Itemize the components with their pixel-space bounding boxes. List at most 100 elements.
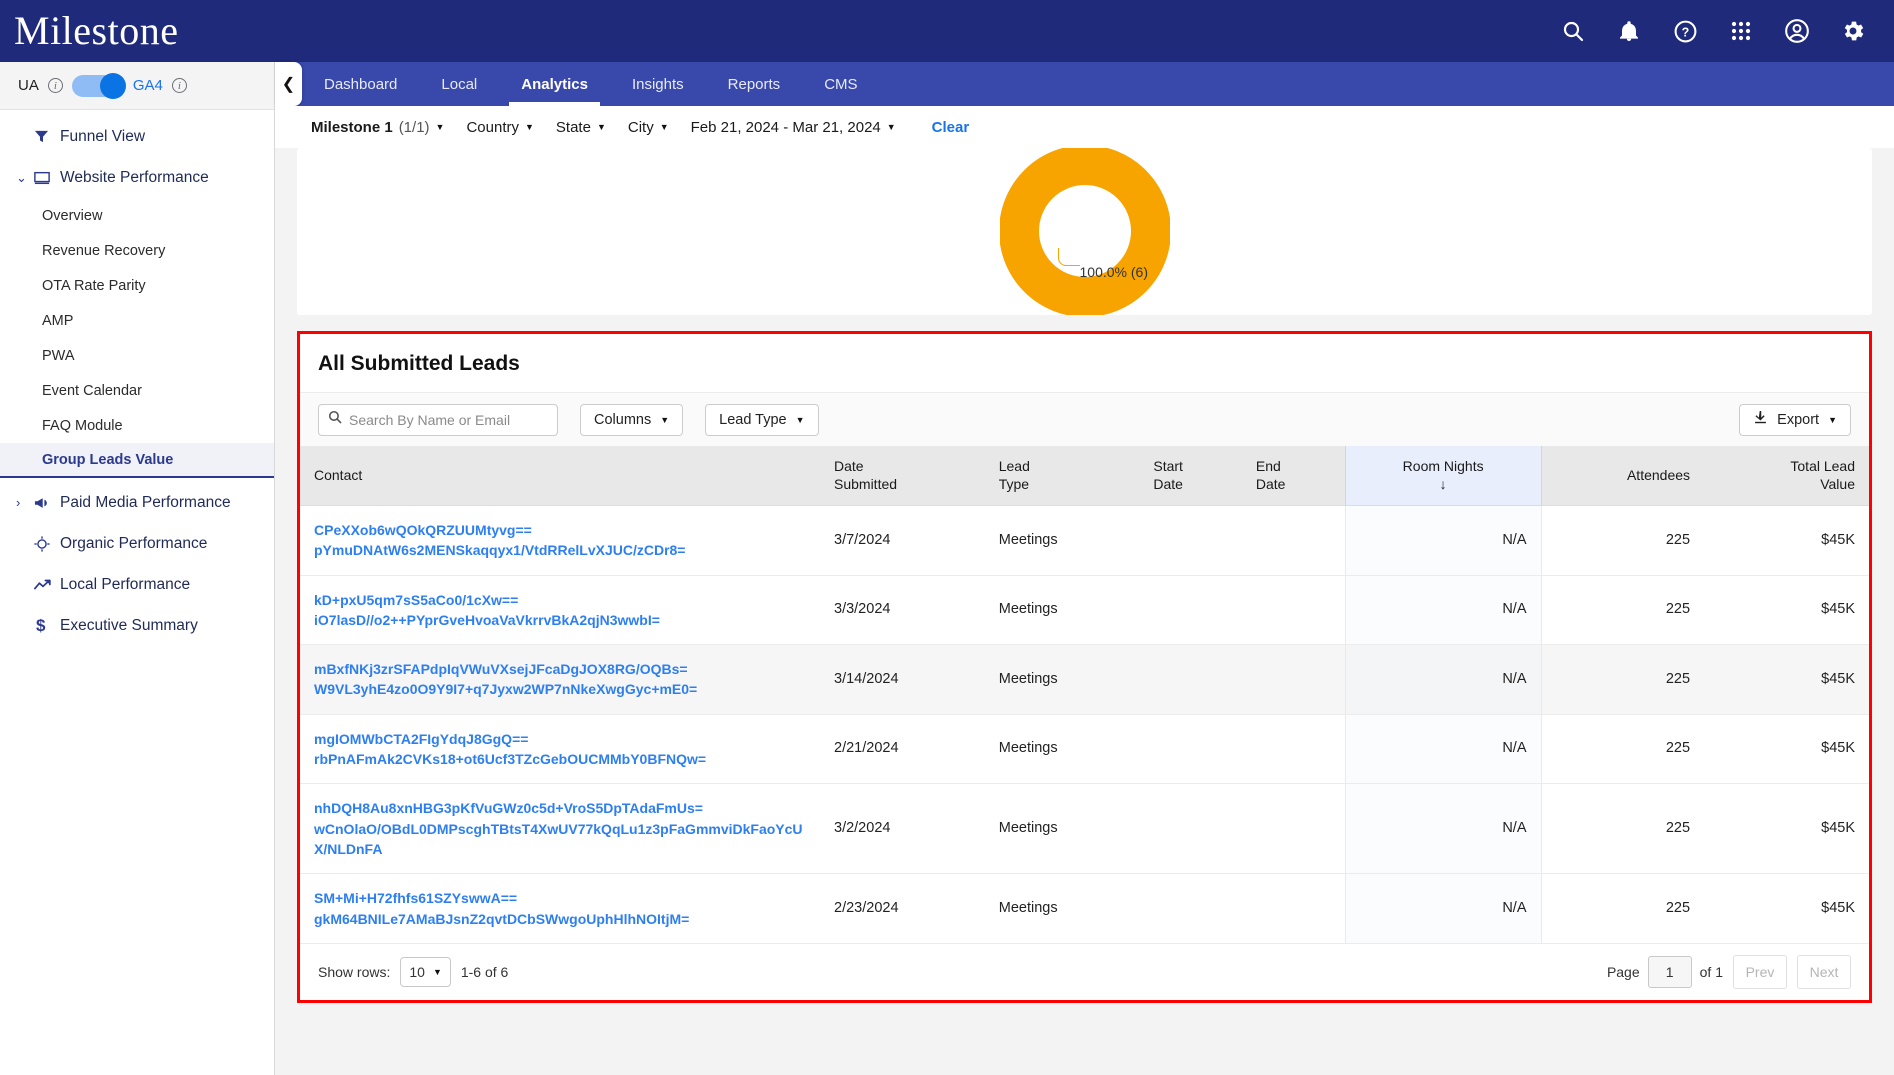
column-header-start-date[interactable]: Start Date — [1139, 446, 1242, 506]
cell-attendees: 225 — [1541, 714, 1705, 785]
contact-link-line2[interactable]: rbPnAFmAk2CVKs18+ot6Ucf3TZcGebOUCMMbY0BF… — [314, 749, 806, 769]
search-icon[interactable] — [1558, 16, 1588, 46]
ga4-info-icon[interactable]: i — [171, 78, 187, 93]
column-header-total-lead-value[interactable]: Total Lead Value — [1704, 446, 1869, 506]
cell-attendees: 225 — [1541, 575, 1705, 646]
sidebar-item-ota-rate-parity[interactable]: OTA Rate Parity — [0, 268, 274, 303]
cell-end-date — [1241, 873, 1346, 944]
column-header-end-date[interactable]: End Date — [1241, 446, 1346, 506]
tab-reports[interactable]: Reports — [706, 62, 803, 106]
tab-local[interactable]: Local — [419, 62, 499, 106]
sidebar-item-funnel-view[interactable]: Funnel View — [0, 116, 274, 157]
leads-table: Contact Date Submitted Lead Type Start D… — [300, 446, 1869, 944]
contact-link-line2[interactable]: W9VL3yhE4zo0O9Y9I7+q7Jyxw2WP7nNkeXwgGyc+… — [314, 679, 806, 699]
cell-total-lead-value: $45K — [1704, 783, 1869, 875]
columns-button[interactable]: Columns ▼ — [580, 403, 684, 436]
sidebar-item-pwa[interactable]: PWA — [0, 338, 274, 373]
chevron-down-icon: ▼ — [432, 966, 442, 977]
search-input[interactable] — [349, 411, 548, 428]
column-header-lead-type[interactable]: Lead Type — [984, 446, 1140, 506]
filter-country[interactable]: Country ▼ — [466, 119, 533, 136]
sort-descending-arrow-icon: ↓ — [1439, 475, 1447, 492]
sidebar-item-event-calendar[interactable]: Event Calendar — [0, 373, 274, 408]
filter-bar: Milestone 1 (1/1) ▼ Country ▼ State ▼ Ci… — [275, 106, 1894, 148]
clear-filters-link[interactable]: Clear — [932, 119, 970, 136]
sidebar-item-organic-performance[interactable]: Organic Performance — [0, 523, 274, 564]
ua-info-icon[interactable]: i — [47, 78, 63, 93]
column-header-room-nights[interactable]: Room Nights ↓ — [1344, 446, 1542, 506]
table-row[interactable]: nhDQH8Au8xnHBG3pKfVuGWz0c5d+VroS5DpTAdaF… — [300, 783, 1869, 875]
contact-link-line1[interactable]: SM+Mi+H72fhfs61SZYswwA== — [314, 888, 806, 908]
tab-label: Dashboard — [324, 75, 398, 93]
ua-ga4-switch[interactable] — [71, 72, 126, 99]
sidebar-item-group-leads-value[interactable]: Group Leads Value — [0, 443, 274, 478]
ua-label: UA — [18, 77, 39, 94]
contact-link-line2[interactable]: gkM64BNILe7AMaBJsnZ2qvtDCbSWwgoUphHlhNOI… — [314, 909, 806, 929]
chevron-down-icon: ▼ — [886, 122, 896, 132]
contact-link-line2[interactable]: pYmuDNAtW6s2MENSkaqqyx1/VtdRRelLvXJUC/zC… — [314, 540, 806, 560]
tab-insights[interactable]: Insights — [610, 62, 706, 106]
lead-type-filter-button[interactable]: Lead Type ▼ — [705, 403, 819, 436]
chevron-right-icon[interactable]: › — [16, 495, 34, 510]
cell-end-date — [1241, 575, 1346, 646]
contact-link-line1[interactable]: mgIOMWbCTA2FIgYdqJ8GgQ== — [314, 729, 806, 749]
header-line-1: Date — [834, 458, 864, 474]
table-row[interactable]: SM+Mi+H72fhfs61SZYswwA== gkM64BNILe7AMaB… — [300, 873, 1869, 944]
sidebar-item-overview[interactable]: Overview — [0, 198, 274, 233]
account-circle-icon[interactable] — [1782, 16, 1812, 46]
notifications-bell-icon[interactable] — [1614, 16, 1644, 46]
sidebar-item-paid-media-performance[interactable]: › Paid Media Performance — [0, 482, 274, 523]
tab-list: Dashboard Local Analytics Insights Repor… — [302, 62, 1894, 106]
cell-room-nights: N/A — [1344, 575, 1542, 646]
chevron-down-icon[interactable]: ⌄ — [16, 170, 34, 186]
donut-leader-line — [1057, 248, 1080, 266]
sidebar-item-faq-module[interactable]: FAQ Module — [0, 408, 274, 443]
export-button[interactable]: Export ▼ — [1739, 403, 1851, 436]
column-header-date-submitted[interactable]: Date Submitted — [820, 446, 985, 506]
sidebar-item-local-performance[interactable]: Local Performance — [0, 564, 274, 605]
sidebar-item-amp[interactable]: AMP — [0, 303, 274, 338]
page-number-input[interactable]: 1 — [1647, 955, 1692, 988]
contact-link-line2[interactable]: iO7lasD//o2++PYprGveHvoaVaVkrrvBkA2qjN3w… — [314, 610, 806, 630]
tab-analytics[interactable]: Analytics — [499, 62, 610, 106]
tab-dashboard[interactable]: Dashboard — [302, 62, 419, 106]
table-row[interactable]: mBxfNKj3zrSFAPdpIqVWuVXsejJFcaDgJOX8RG/O… — [300, 644, 1869, 715]
contact-link-line1[interactable]: CPeXXob6wQOkQRZUUMtyvg== — [314, 520, 806, 540]
cell-contact: kD+pxU5qm7sS5aCo0/1cXw== iO7lasD//o2++PY… — [300, 575, 820, 646]
filter-city[interactable]: City ▼ — [628, 119, 669, 136]
rows-per-page-select[interactable]: 10 ▼ — [400, 956, 451, 987]
contact-link-line2[interactable]: wCnOlaO/OBdL0DMPscghTBtsT4XwUV77kQqLu1z3… — [314, 819, 806, 860]
sidebar-item-label: FAQ Module — [42, 417, 123, 434]
table-row[interactable]: kD+pxU5qm7sS5aCo0/1cXw== iO7lasD//o2++PY… — [300, 575, 1869, 646]
table-row[interactable]: mgIOMWbCTA2FIgYdqJ8GgQ== rbPnAFmAk2CVKs1… — [300, 714, 1869, 785]
cell-total-lead-value: $45K — [1704, 505, 1869, 576]
sidebar-collapse-button[interactable]: ❮ — [275, 62, 302, 106]
cell-lead-type: Meetings — [984, 505, 1140, 576]
settings-gear-icon[interactable] — [1838, 16, 1868, 46]
cell-room-nights: N/A — [1344, 783, 1542, 875]
cell-lead-type: Meetings — [984, 783, 1140, 875]
sidebar-item-executive-summary[interactable]: $ Executive Summary — [0, 605, 274, 646]
target-icon — [34, 535, 60, 552]
contact-link-line1[interactable]: nhDQH8Au8xnHBG3pKfVuGWz0c5d+VroS5DpTAdaF… — [314, 798, 806, 818]
filter-date-range[interactable]: Feb 21, 2024 - Mar 21, 2024 ▼ — [691, 119, 896, 136]
filter-state[interactable]: State ▼ — [556, 119, 606, 136]
rows-per-page-value: 10 — [409, 963, 425, 980]
contact-link-line1[interactable]: mBxfNKj3zrSFAPdpIqVWuVXsejJFcaDgJOX8RG/O… — [314, 659, 806, 679]
contact-link-line1[interactable]: kD+pxU5qm7sS5aCo0/1cXw== — [314, 590, 806, 610]
filter-property[interactable]: Milestone 1 (1/1) ▼ — [311, 119, 444, 136]
cell-date-submitted: 3/2/2024 — [820, 783, 985, 875]
sidebar-item-website-performance[interactable]: ⌄ Website Performance — [0, 157, 274, 198]
apps-grid-icon[interactable] — [1726, 16, 1756, 46]
column-header-contact[interactable]: Contact — [300, 446, 820, 506]
switch-knob — [99, 72, 126, 99]
sidebar-item-revenue-recovery[interactable]: Revenue Recovery — [0, 233, 274, 268]
column-header-attendees[interactable]: Attendees — [1541, 446, 1705, 506]
help-question-icon[interactable]: ? — [1670, 16, 1700, 46]
search-input-wrapper[interactable] — [318, 403, 558, 436]
next-page-button[interactable]: Next — [1797, 954, 1851, 989]
header-line-1: Room Nights — [1402, 458, 1484, 474]
prev-page-button[interactable]: Prev — [1733, 954, 1787, 989]
tab-cms[interactable]: CMS — [802, 62, 879, 106]
table-row[interactable]: CPeXXob6wQOkQRZUUMtyvg== pYmuDNAtW6s2MEN… — [300, 505, 1869, 576]
